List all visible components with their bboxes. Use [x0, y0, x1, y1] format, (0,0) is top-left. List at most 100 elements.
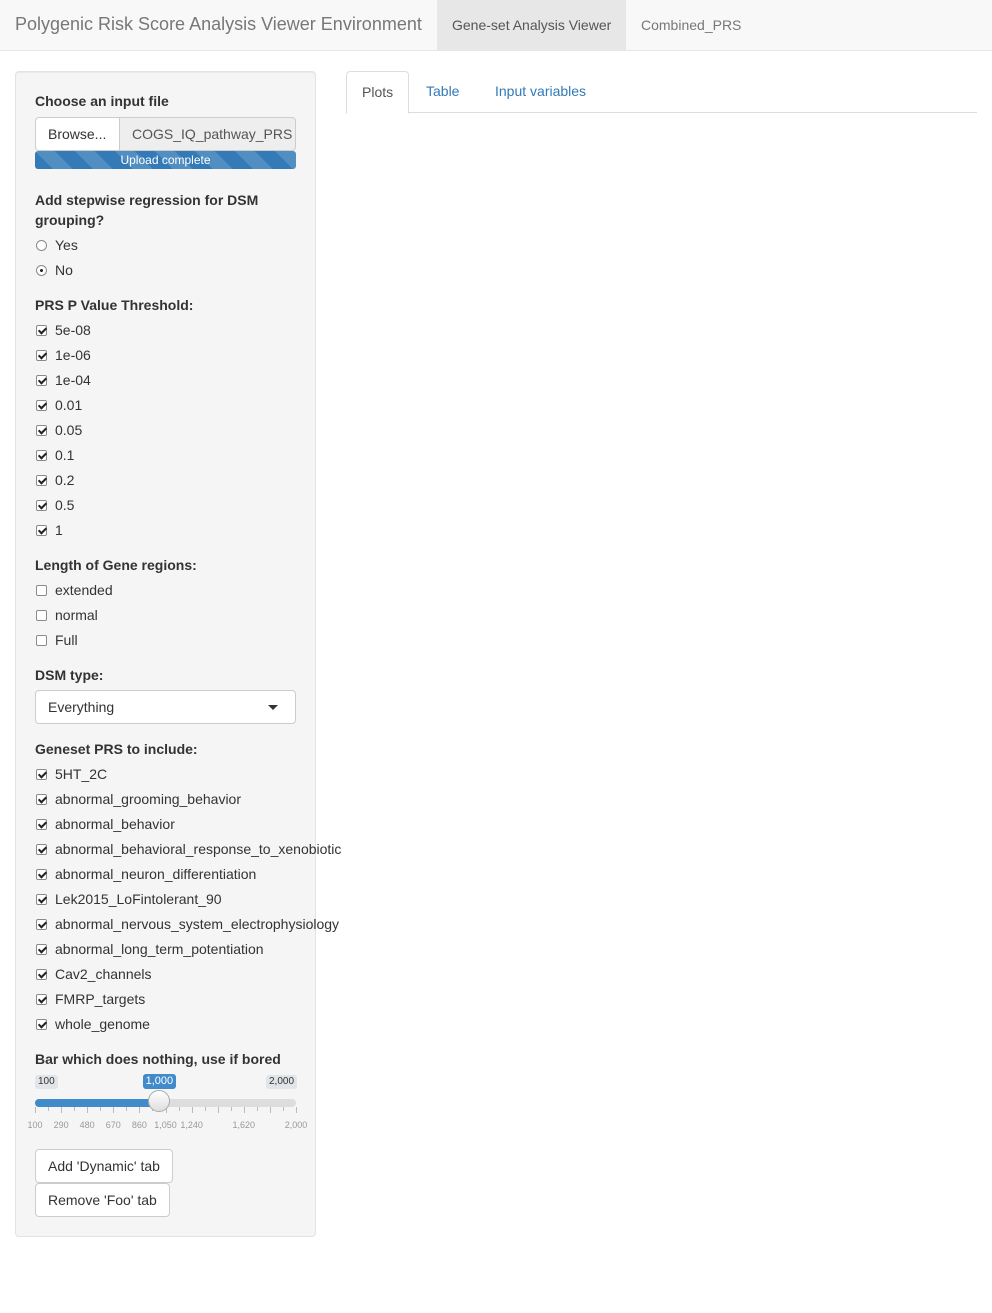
- slider-handle[interactable]: [147, 1090, 170, 1112]
- geneset-option-label: FMRP_targets: [55, 991, 146, 1007]
- slider-tick: [282, 1107, 284, 1111]
- slider-tick: [217, 1107, 219, 1113]
- radio-button[interactable]: [36, 265, 47, 276]
- nav-tab-combined-prs[interactable]: Combined_PRS: [626, 0, 756, 50]
- slider-tick-label: 1,050: [154, 1120, 177, 1130]
- geneset-label: Geneset PRS to include:: [35, 741, 198, 757]
- add-dynamic-tab-button[interactable]: Add 'Dynamic' tab: [35, 1149, 173, 1183]
- navbar: Polygenic Risk Score Analysis Viewer Env…: [0, 0, 992, 51]
- slider-tick-label: 670: [105, 1120, 121, 1130]
- checkbox[interactable]: [36, 794, 47, 805]
- slider-fill: [35, 1099, 159, 1107]
- upload-progress-bar: Upload complete: [35, 151, 296, 169]
- checkbox[interactable]: [36, 869, 47, 880]
- gene-region-option-label: normal: [55, 607, 98, 623]
- tab-input-variables[interactable]: Input variables: [480, 71, 601, 113]
- geneset-option-label: Cav2_channels: [55, 966, 152, 982]
- slider-tick: [269, 1107, 271, 1113]
- stepwise-label-line2: grouping?: [35, 212, 105, 228]
- slider-tick: [48, 1107, 50, 1111]
- stepwise-option-label: Yes: [55, 237, 78, 253]
- slider-tick: [87, 1107, 89, 1113]
- tab-plots[interactable]: Plots: [346, 71, 410, 114]
- checkbox[interactable]: [36, 350, 47, 361]
- slider-tick: [204, 1107, 206, 1111]
- gene-region-option-label: extended: [55, 582, 113, 598]
- checkbox[interactable]: [36, 400, 47, 411]
- gene-regions-label: Length of Gene regions:: [35, 557, 197, 573]
- checkbox[interactable]: [36, 450, 47, 461]
- nav-tab-gene-set-analysis-viewer[interactable]: Gene-set Analysis Viewer: [437, 0, 627, 50]
- dsm-type-label: DSM type:: [35, 667, 104, 683]
- slider-tick-label: 1,620: [232, 1120, 256, 1130]
- checkbox[interactable]: [36, 994, 47, 1005]
- checkbox[interactable]: [36, 819, 47, 830]
- slider-tick: [139, 1107, 141, 1113]
- geneset-option-label: 5HT_2C: [55, 766, 108, 782]
- checkbox[interactable]: [36, 635, 47, 646]
- radio-button[interactable]: [36, 240, 47, 251]
- chevron-down-icon: [268, 705, 278, 710]
- slider-tick-label: 100: [27, 1120, 43, 1130]
- slider-tick: [126, 1107, 128, 1111]
- pvalue-option-label: 5e-08: [55, 322, 91, 338]
- browse-button[interactable]: Browse...: [35, 117, 120, 151]
- slider-tick: [230, 1107, 232, 1111]
- checkbox[interactable]: [36, 969, 47, 980]
- stepwise-label-line1: Add stepwise regression for DSM: [35, 192, 259, 208]
- checkbox[interactable]: [36, 375, 47, 386]
- checkbox[interactable]: [36, 1019, 47, 1030]
- slider-tick: [256, 1107, 258, 1111]
- slider-min-label: 100: [35, 1075, 58, 1089]
- slider-tick: [191, 1107, 193, 1113]
- dsm-type-value: Everything: [48, 699, 115, 715]
- checkbox[interactable]: [36, 325, 47, 336]
- checkbox[interactable]: [36, 894, 47, 905]
- slider-tick: [243, 1107, 245, 1113]
- main-tabs: Plots Table Input variables: [346, 71, 977, 114]
- checkbox[interactable]: [36, 585, 47, 596]
- pvalue-option-label: 0.01: [55, 397, 83, 413]
- slider-tick-label: 480: [79, 1120, 95, 1130]
- checkbox[interactable]: [36, 944, 47, 955]
- tab-table[interactable]: Table: [411, 71, 474, 113]
- slider-tick-label: 1,240: [180, 1120, 203, 1130]
- pvalue-option-label: 0.05: [55, 422, 83, 438]
- file-name-field[interactable]: COGS_IQ_pathway_PRS: [119, 117, 296, 151]
- slider-tick-label: 290: [53, 1120, 69, 1130]
- slider-max-label: 2,000: [266, 1075, 298, 1089]
- checkbox[interactable]: [36, 610, 47, 621]
- app-title: Polygenic Risk Score Analysis Viewer Env…: [15, 14, 422, 34]
- geneset-option-label: abnormal_neuron_differentiation: [55, 866, 257, 882]
- checkbox[interactable]: [36, 769, 47, 780]
- slider-tick: [178, 1107, 180, 1111]
- dsm-type-select[interactable]: Everything: [35, 690, 296, 724]
- gene-region-option-label: Full: [55, 632, 78, 648]
- geneset-option-label: whole_genome: [55, 1016, 150, 1032]
- slider-value-label: 1,000: [142, 1074, 177, 1089]
- geneset-option-label: abnormal_long_term_potentiation: [55, 941, 264, 957]
- stepwise-option-label: No: [55, 262, 73, 278]
- pvalue-option-label: 1: [55, 522, 63, 538]
- pvalue-option-label: 0.2: [55, 472, 75, 488]
- checkbox[interactable]: [36, 425, 47, 436]
- pvalue-option-label: 0.5: [55, 497, 75, 513]
- checkbox[interactable]: [36, 525, 47, 536]
- checkbox[interactable]: [36, 844, 47, 855]
- geneset-option-label: abnormal_nervous_system_electrophysiolog…: [55, 916, 340, 932]
- geneset-option-label: Lek2015_LoFintolerant_90: [55, 891, 222, 907]
- checkbox[interactable]: [36, 475, 47, 486]
- geneset-option-label: abnormal_behavioral_response_to_xenobiot…: [55, 841, 342, 857]
- slider-tick-label: 860: [131, 1120, 147, 1130]
- geneset-option-label: abnormal_grooming_behavior: [55, 791, 242, 807]
- slider-label: Bar which does nothing, use if bored: [35, 1051, 281, 1067]
- slider-tick: [74, 1107, 76, 1111]
- checkbox[interactable]: [36, 919, 47, 930]
- checkbox[interactable]: [36, 500, 47, 511]
- remove-foo-tab-button[interactable]: Remove 'Foo' tab: [35, 1183, 170, 1217]
- slider-tick: [35, 1107, 36, 1113]
- slider-tick: [296, 1107, 297, 1113]
- geneset-option-label: abnormal_behavior: [55, 816, 175, 832]
- slider-tick: [100, 1107, 102, 1111]
- file-input-label: Choose an input file: [35, 93, 169, 109]
